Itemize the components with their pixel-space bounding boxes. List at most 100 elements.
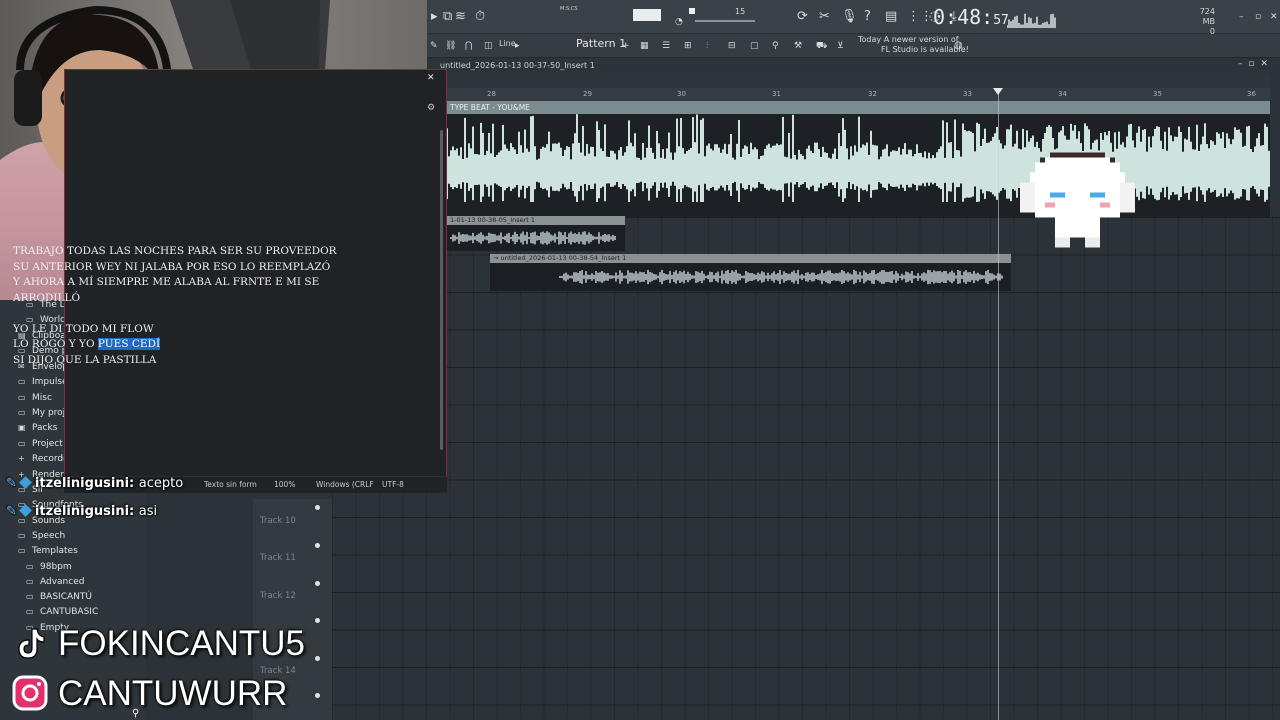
browser-item[interactable]: ▭ Speech [18, 531, 65, 541]
magnet-icon[interactable]: ⋂ [465, 38, 472, 54]
song-time-display[interactable]: 0:48:57 [933, 5, 1009, 29]
browser-item[interactable]: ▭ CANTUBASIC [26, 607, 98, 617]
step-seq-icon[interactable]: ⊞ [684, 38, 692, 54]
playlist-title-bar[interactable]: untitled_2026-01-13 00-37-50_Insert 1 [427, 59, 1280, 73]
maximize-icon[interactable]: ▫ [1255, 9, 1261, 25]
status-encoding[interactable]: UTF-8 [382, 477, 404, 493]
help-icon[interactable]: ? [864, 9, 871, 25]
tempo-icon[interactable]: ⏱ [475, 9, 485, 25]
track-13-mute-dot[interactable] [315, 656, 320, 661]
playhead-line[interactable] [998, 92, 999, 720]
playlist-icon[interactable]: ☰ [662, 38, 670, 54]
ruler-tick: 31 [772, 90, 781, 98]
poly-count: 15 [735, 7, 746, 16]
pencil-badge-icon: ✎ [6, 476, 17, 491]
download-icon[interactable]: ⤓ [951, 9, 957, 25]
notepad-close-icon[interactable]: ✕ [427, 73, 435, 83]
browser-item[interactable]: ▣ Packs [18, 423, 57, 433]
close-icon[interactable]: ✕ [1270, 9, 1278, 25]
browser-item[interactable]: ▭ 98bpm [26, 562, 72, 572]
notepad-text-area[interactable]: TRABAJO TODAS LAS NOCHES PARA SER SU PRO… [13, 244, 373, 368]
chat-text: asi [138, 504, 158, 519]
browser-item[interactable]: ▭ Misc [18, 393, 52, 403]
browser-icon[interactable]: ▢ [750, 38, 759, 54]
tempo-slider[interactable] [689, 8, 695, 14]
lock-icon[interactable]: ◫ [484, 38, 493, 54]
ruler-tick: 33 [963, 90, 972, 98]
folder-icon: ▭ [18, 546, 26, 555]
plugin-icon[interactable]: ⚲ [772, 38, 779, 54]
status-zoom[interactable]: 100% [274, 477, 295, 493]
snap-mode-label[interactable]: Line [499, 39, 516, 48]
browser-item[interactable]: ▭ BASICANTÚ [26, 592, 92, 602]
notepad-settings-icon[interactable]: ⚙ [427, 103, 435, 113]
notepad-line: ARRODILLÓ [13, 291, 373, 307]
secondary-toolbar: ✎ ⛓ ⋂ ◫ ▸ + ▦ ☰ ⊞ ⫶ ⊟ ▢ ⚲ ⚒ ⛟ ⊻ ◍ [427, 34, 1280, 58]
selected-text[interactable]: PUES CEDÍ [97, 338, 161, 350]
track-10-mute-dot[interactable] [315, 543, 320, 548]
playlist-window-buttons[interactable]: –▫✕ [1238, 59, 1274, 69]
notepad-line: YO LE DI TODO MI FLOW [13, 322, 373, 338]
track-12-name[interactable]: Track 12 [260, 591, 296, 601]
track-12-mute-dot[interactable] [315, 618, 320, 623]
folder-icon: ▭ [18, 408, 26, 417]
audio-clip-2[interactable]: → untitled_2026-01-13 00-38-54_Insert 1 [490, 254, 1011, 291]
track-11-mute-dot[interactable] [315, 581, 320, 586]
tools-icon[interactable]: ⚒ [794, 38, 802, 54]
piano-roll-icon[interactable]: ▦ [640, 38, 649, 54]
audio-clip-header[interactable]: TYPE BEAT - YOU&ME [447, 101, 1270, 114]
channel-rack-icon[interactable]: ⊟ [728, 38, 736, 54]
notepad-scrollbar[interactable] [440, 130, 443, 450]
notepad-line: Y AHORA A MÍ SIEMPRE ME ALABA AL FRNTE E… [13, 275, 373, 291]
shop-icon[interactable]: ⛟ [816, 38, 827, 54]
pitch-icon[interactable]: ◔ [675, 14, 683, 30]
hint-arrow-icon[interactable]: ▸ [431, 9, 438, 25]
packs-icon: ▣ [18, 423, 26, 432]
track-14-mute-dot[interactable] [315, 693, 320, 698]
snap-icon[interactable]: ⧉ [443, 9, 452, 25]
microphone-icon[interactable]: 🎙 [841, 9, 858, 25]
chat-text: acepto [138, 476, 184, 491]
browser-item[interactable]: ▭ Advanced [26, 577, 84, 587]
save-icon[interactable]: ▤ [885, 9, 897, 25]
main-toolbar: ▸ ⧉ ≋ ⏱ 0:48:57 M:S:CS ◔ 15 724 MB 0 ⟳ ✂ … [427, 0, 1280, 36]
cart-icon[interactable]: ⊻ [837, 38, 844, 54]
browser-item-label: Misc [32, 393, 52, 403]
pitch-slider-track[interactable] [695, 20, 755, 22]
track-11-name[interactable]: Track 11 [260, 553, 296, 563]
track-10-name[interactable]: Track 10 [260, 516, 296, 526]
playlist-close-icon[interactable]: ✕ [1260, 59, 1274, 69]
pattern-selector[interactable]: Pattern 1 [576, 37, 626, 50]
chat-icon[interactable]: ◌ [929, 9, 940, 25]
track-9-mute-dot[interactable] [315, 505, 320, 510]
folder-icon: ▭ [26, 577, 34, 586]
audio-clip-1[interactable]: 1-01-13 00-38-05_Insert 1 [447, 216, 625, 251]
ruler-tick: 32 [868, 90, 877, 98]
playlist-title: untitled_2026-01-13 00-37-50_Insert 1 [440, 61, 595, 70]
search-icon[interactable]: ⚲ [132, 708, 139, 719]
restart-icon[interactable]: ⟳ [797, 9, 808, 25]
playlist-minimize-icon[interactable]: – [1238, 59, 1249, 69]
browser-item[interactable]: ▭ My proje [18, 408, 71, 418]
audio-waveform[interactable] [446, 114, 1270, 217]
link-icon[interactable]: ⛓ [445, 38, 456, 54]
playlist-scrollbar[interactable] [447, 74, 1270, 88]
notepad-line: TRABAJO TODAS LAS NOCHES PARA SER SU PRO… [13, 244, 373, 260]
browser-item[interactable]: ▭ Templates [18, 546, 78, 556]
mixer-toggle-icon[interactable]: ⫶ [706, 38, 708, 54]
playlist-grid[interactable] [332, 217, 1280, 720]
playhead-marker[interactable] [993, 88, 1003, 95]
cut-icon[interactable]: ✂ [819, 9, 830, 25]
update-notice[interactable]: Today A newer version of FL Studio is ava… [858, 35, 969, 55]
pixel-mascot-sticker [1020, 152, 1135, 248]
waveform-icon[interactable]: ≋ [455, 9, 466, 25]
folder-icon: ▭ [18, 393, 26, 402]
playlist-maximize-icon[interactable]: ▫ [1248, 59, 1260, 69]
status-line-ending[interactable]: Windows (CRLF [316, 477, 374, 493]
brush-icon[interactable]: ✎ [430, 38, 438, 54]
news-line-1: A newer version of [883, 35, 959, 44]
status-format[interactable]: Texto sin form [204, 477, 257, 493]
timeline-ruler[interactable]: 28 29 30 31 32 33 34 35 36 [447, 88, 1270, 101]
news-date: Today [858, 35, 882, 44]
minimize-icon[interactable]: – [1239, 9, 1244, 25]
